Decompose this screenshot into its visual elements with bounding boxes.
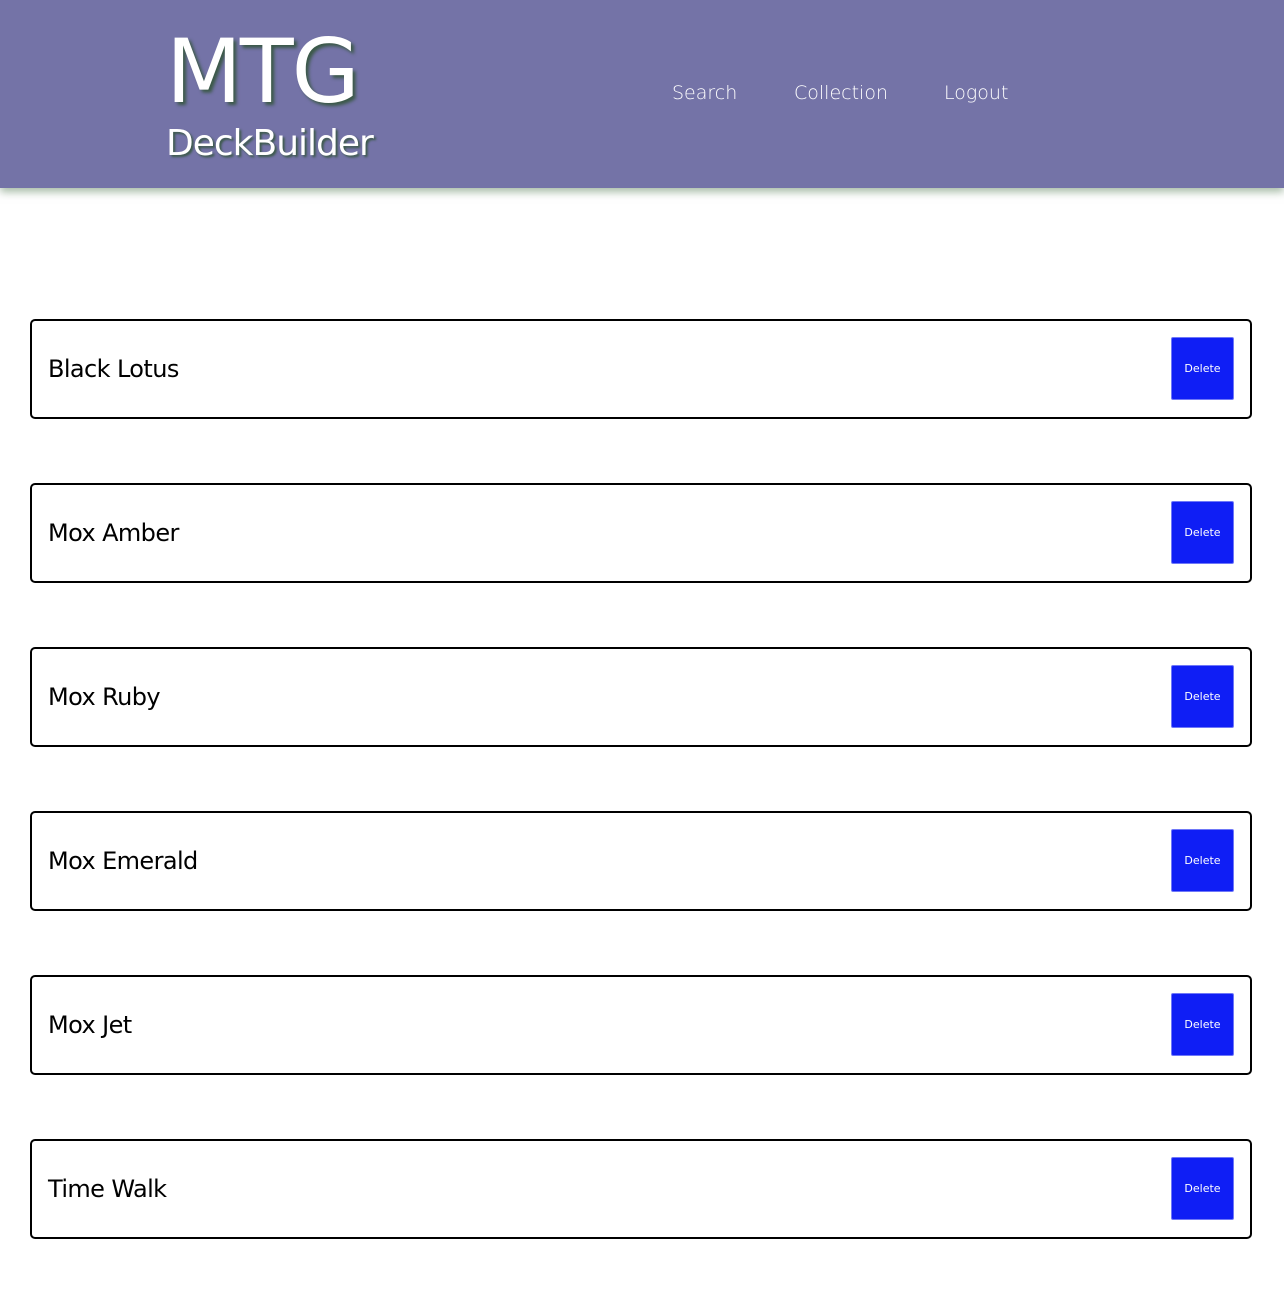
card-item: Mox Amber Delete bbox=[30, 483, 1252, 583]
card-name: Mox Amber bbox=[48, 519, 179, 547]
card-list: Black Lotus Delete Mox Amber Delete Mox … bbox=[30, 319, 1252, 1303]
app-header: MTG DeckBuilder Search Collection Logout bbox=[0, 0, 1284, 188]
nav-link-collection[interactable]: Collection bbox=[794, 79, 944, 107]
card-item: Mox Ruby Delete bbox=[30, 647, 1252, 747]
app-logo[interactable]: MTG DeckBuilder bbox=[166, 20, 374, 166]
card-name: Time Walk bbox=[48, 1175, 167, 1203]
card-item: Mox Emerald Delete bbox=[30, 811, 1252, 911]
delete-button[interactable]: Delete bbox=[1171, 829, 1234, 892]
card-name: Mox Emerald bbox=[48, 847, 198, 875]
card-name: Mox Ruby bbox=[48, 683, 161, 711]
logo-title: MTG bbox=[166, 20, 360, 123]
card-item: Black Lotus Delete bbox=[30, 319, 1252, 419]
delete-button[interactable]: Delete bbox=[1171, 501, 1234, 564]
delete-button[interactable]: Delete bbox=[1171, 337, 1234, 400]
main-nav: Search Collection Logout bbox=[672, 79, 1024, 107]
card-item: Mox Jet Delete bbox=[30, 975, 1252, 1075]
delete-button[interactable]: Delete bbox=[1171, 665, 1234, 728]
delete-button[interactable]: Delete bbox=[1171, 1157, 1234, 1220]
logo-subtitle: DeckBuilder bbox=[166, 123, 374, 164]
card-item: Time Walk Delete bbox=[30, 1139, 1252, 1239]
nav-link-logout[interactable]: Logout bbox=[944, 79, 1024, 107]
card-name: Mox Jet bbox=[48, 1011, 132, 1039]
card-name: Black Lotus bbox=[48, 355, 179, 383]
nav-link-search[interactable]: Search bbox=[672, 79, 794, 107]
delete-button[interactable]: Delete bbox=[1171, 993, 1234, 1056]
